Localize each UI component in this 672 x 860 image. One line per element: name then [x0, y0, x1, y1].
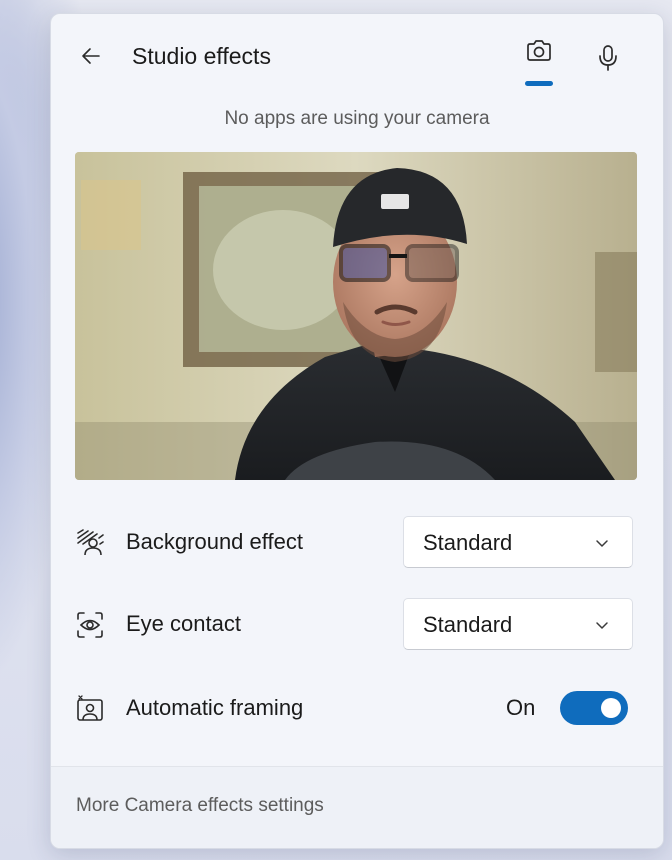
background-effect-value: Standard [423, 530, 513, 555]
eye-contact-label: Eye contact [126, 611, 241, 636]
automatic-framing-state: On [506, 695, 536, 720]
background-effect-row: Background effect Standard [51, 514, 663, 570]
eye-contact-icon [77, 612, 103, 638]
automatic-framing-toggle[interactable] [560, 691, 628, 725]
camera-preview-image [75, 152, 637, 480]
camera-icon [527, 40, 551, 61]
framing-icon [77, 695, 103, 721]
chevron-down-icon [596, 540, 608, 547]
tab-microphone[interactable] [586, 36, 630, 80]
background-effect-dropdown[interactable]: Standard [403, 516, 633, 568]
back-button[interactable] [73, 38, 109, 74]
eye-contact-value: Standard [423, 612, 513, 637]
camera-status-text: No apps are using your camera [224, 108, 490, 129]
microphone-icon [599, 45, 617, 71]
selected-tab-indicator [525, 81, 553, 86]
camera-preview [75, 152, 637, 480]
eye-contact-dropdown[interactable]: Standard [403, 598, 633, 650]
automatic-framing-row: Automatic framing On [51, 680, 663, 736]
toggle-knob [601, 698, 621, 718]
more-camera-settings-link[interactable]: More Camera effects settings [76, 795, 324, 817]
eye-contact-row: Eye contact Standard [51, 596, 663, 652]
tab-camera[interactable] [517, 36, 561, 86]
back-arrow-icon [82, 48, 100, 64]
background-blur-icon [77, 529, 104, 556]
background-effect-label: Background effect [126, 529, 303, 554]
panel-title: Studio effects [132, 43, 271, 69]
panel-header: Studio effects [51, 14, 663, 100]
panel-footer: More Camera effects settings [51, 766, 663, 848]
studio-effects-panel: Studio effects No apps are using your ca… [50, 13, 664, 849]
automatic-framing-label: Automatic framing [126, 695, 304, 720]
chevron-down-icon [596, 622, 608, 629]
